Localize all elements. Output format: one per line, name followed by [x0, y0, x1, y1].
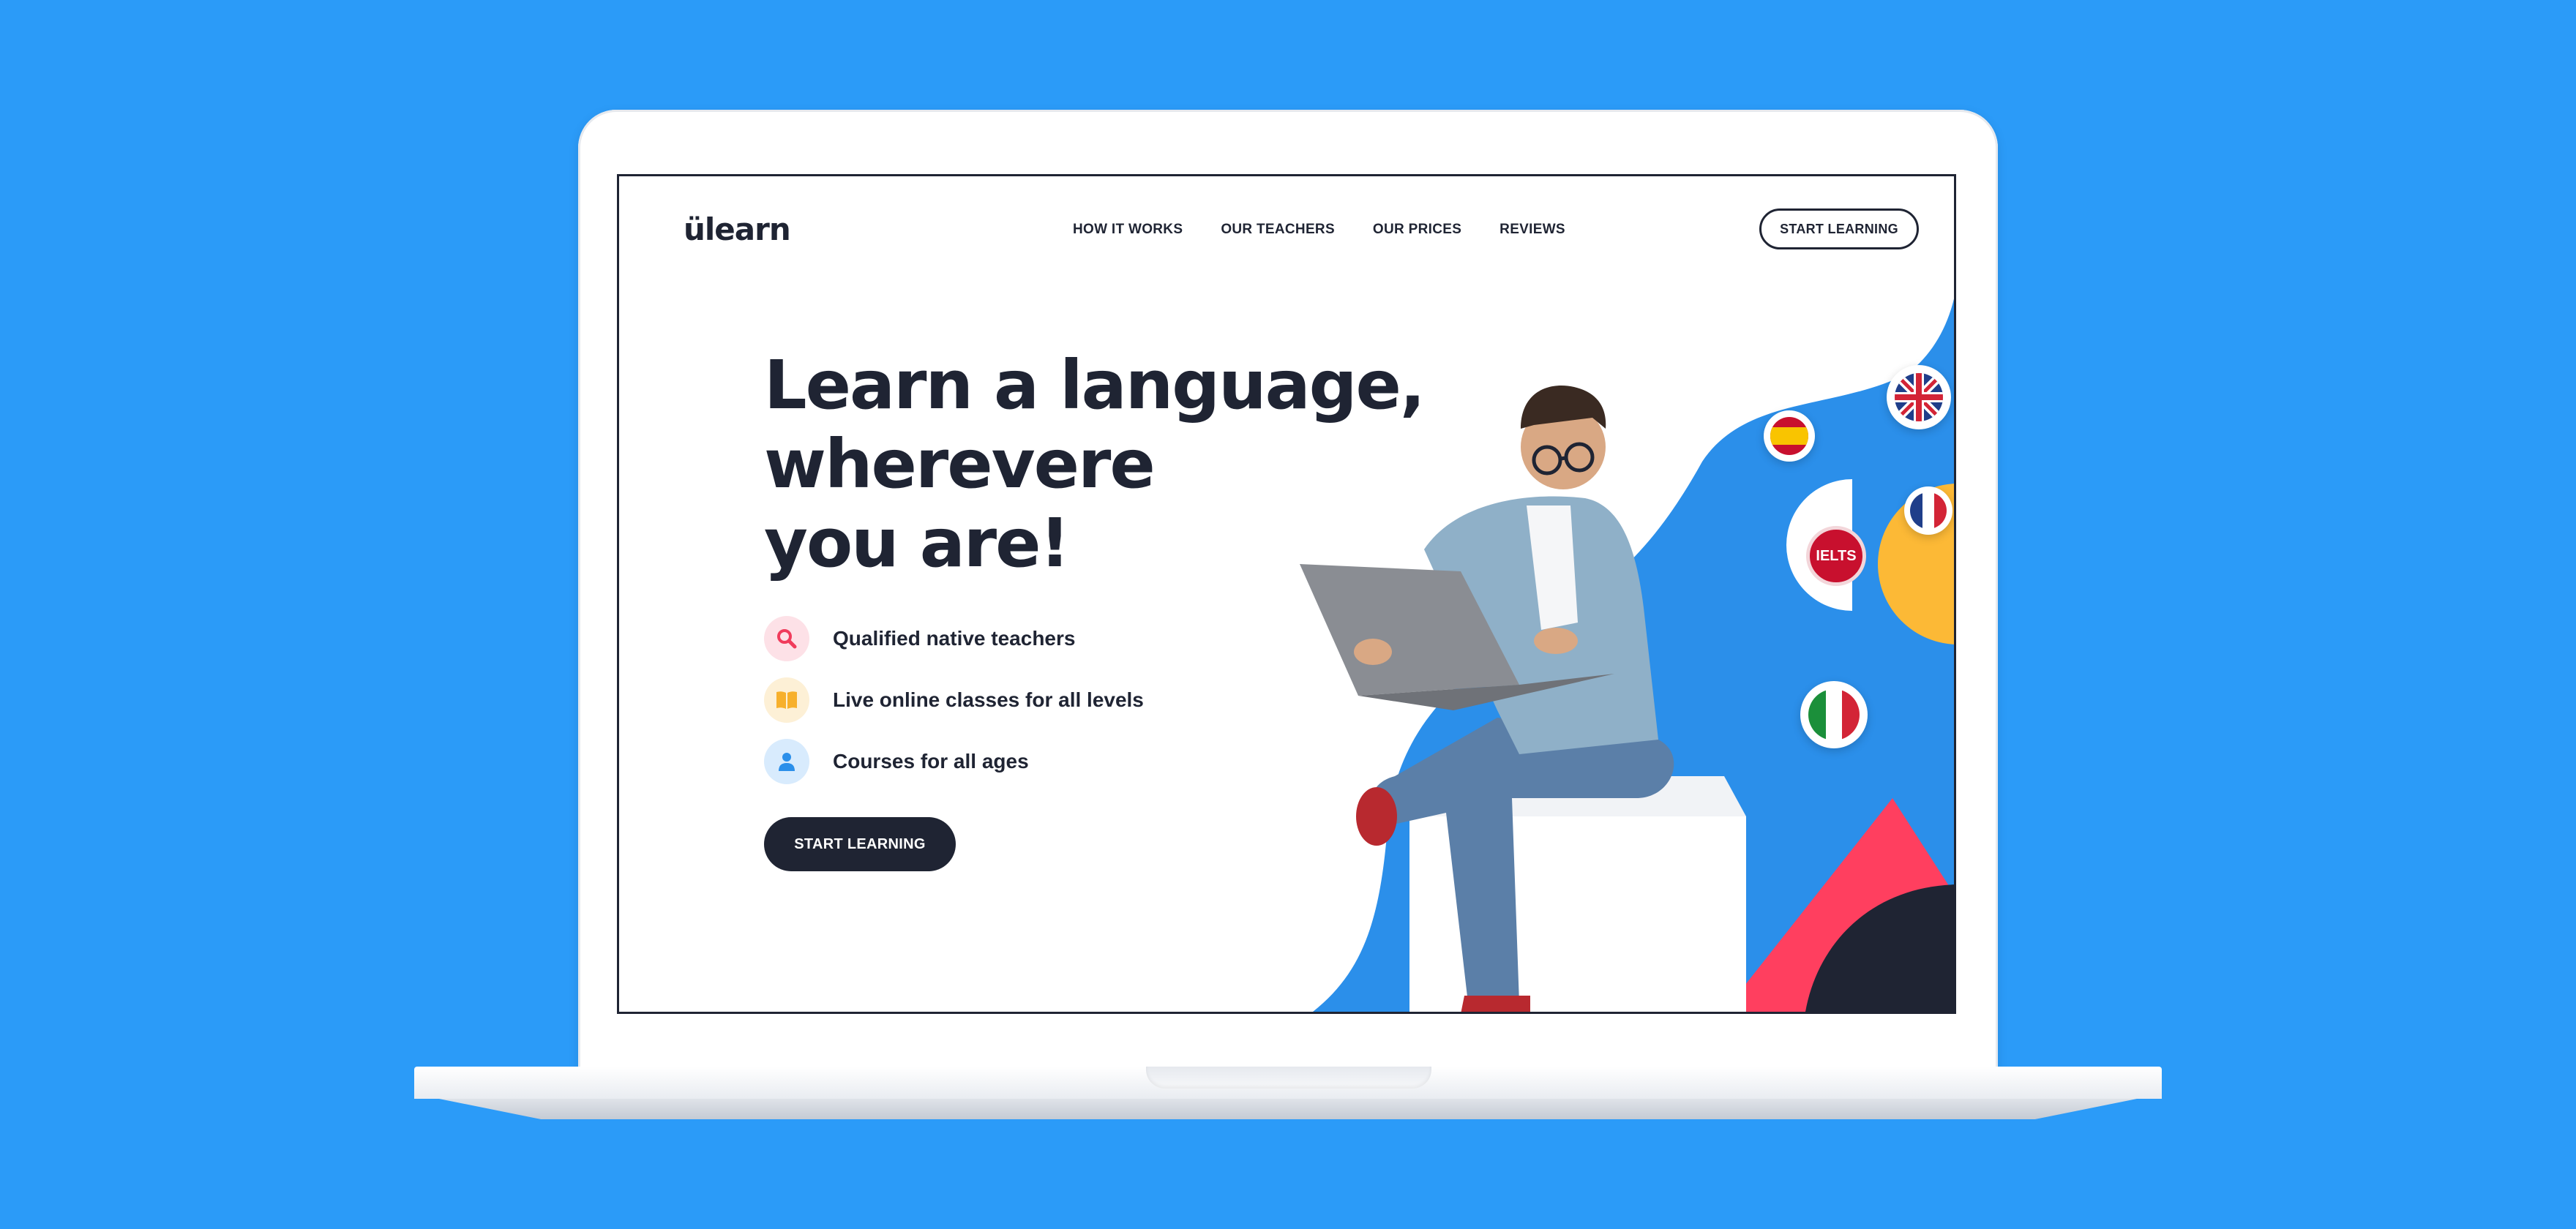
feature-label: Live online classes for all levels: [833, 688, 1144, 711]
search-icon: [764, 616, 809, 661]
feature-list: Qualified native teachers Live online cl…: [764, 615, 1144, 800]
main-nav: HOW IT WORKS OUR TEACHERS OUR PRICES REV…: [1073, 222, 1565, 238]
book-icon: [764, 677, 809, 723]
ielts-label: IELTS: [1806, 526, 1866, 586]
italy-flag-icon: [1800, 681, 1868, 748]
feature-label: Courses for all ages: [833, 750, 1029, 773]
nav-our-prices[interactable]: OUR PRICES: [1373, 222, 1461, 238]
header-start-learning-button[interactable]: START LEARNING: [1759, 208, 1919, 249]
nav-our-teachers[interactable]: OUR TEACHERS: [1221, 222, 1335, 238]
feature-item: Courses for all ages: [764, 738, 1144, 785]
laptop-base-bottom: [439, 1099, 2137, 1119]
france-flag-icon: [1904, 486, 1952, 535]
hero-illustration: [1300, 298, 1954, 1012]
spain-flag-icon: [1764, 410, 1815, 462]
hero-start-learning-button[interactable]: START LEARNING: [764, 817, 956, 871]
nav-reviews[interactable]: REVIEWS: [1499, 222, 1565, 238]
feature-item: Qualified native teachers: [764, 615, 1144, 662]
website-screen: ülearn HOW IT WORKS OUR TEACHERS OUR PRI…: [617, 174, 1956, 1014]
laptop-notch: [1146, 1067, 1431, 1089]
feature-item: Live online classes for all levels: [764, 677, 1144, 724]
brand-logo[interactable]: ülearn: [684, 211, 791, 247]
nav-how-it-works[interactable]: HOW IT WORKS: [1073, 222, 1183, 238]
person-icon: [764, 739, 809, 784]
uk-flag-icon: [1887, 365, 1951, 429]
feature-label: Qualified native teachers: [833, 627, 1076, 650]
ielts-badge: IELTS: [1803, 523, 1869, 589]
